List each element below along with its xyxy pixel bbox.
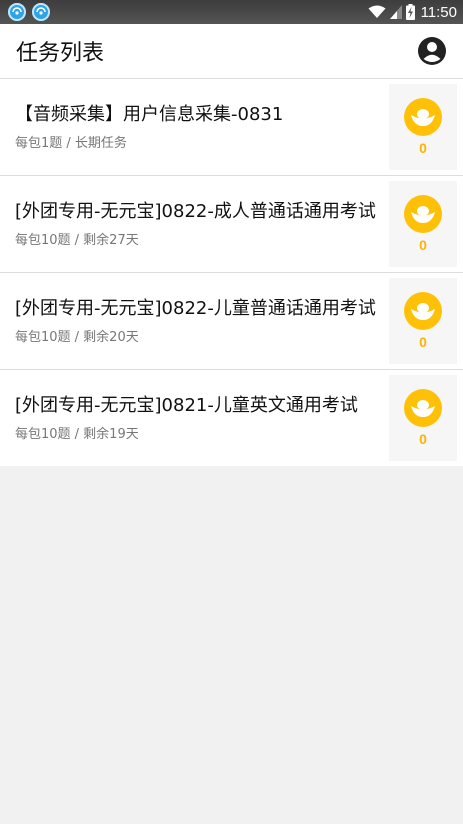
task-text: 【音频采集】用户信息采集-0831 每包1题 / 长期任务: [0, 103, 389, 152]
task-item[interactable]: [外团专用-无元宝]0821-儿童英文通用考试 每包10题 / 剩余19天 0: [0, 370, 463, 466]
task-item[interactable]: 【音频采集】用户信息采集-0831 每包1题 / 长期任务 0: [0, 79, 463, 176]
reward-box: 0: [389, 375, 457, 461]
battery-charging-icon: [405, 4, 415, 20]
app-notification-icon: [32, 3, 50, 21]
task-meta: 每包1题 / 长期任务: [15, 135, 127, 151]
task-text: [外团专用-无元宝]0822-儿童普通话通用考试 每包10题 / 剩余20天: [0, 297, 389, 346]
task-text: [外团专用-无元宝]0821-儿童英文通用考试 每包10题 / 剩余19天: [0, 394, 389, 443]
ingot-icon: [404, 389, 442, 427]
page-title: 任务列表: [16, 41, 105, 66]
notification-icons: [8, 3, 50, 21]
system-status: 11:50: [368, 4, 457, 21]
task-item[interactable]: [外团专用-无元宝]0822-成人普通话通用考试 每包10题 / 剩余27天 0: [0, 176, 463, 273]
task-text: [外团专用-无元宝]0822-成人普通话通用考试 每包10题 / 剩余27天: [0, 200, 389, 249]
reward-value: 0: [419, 431, 427, 447]
account-icon[interactable]: [417, 36, 447, 66]
signal-icon: [389, 5, 402, 19]
app-bar: 任务列表: [0, 24, 463, 79]
reward-box: 0: [389, 181, 457, 267]
task-title: [外团专用-无元宝]0821-儿童英文通用考试: [15, 394, 358, 416]
ingot-icon: [404, 292, 442, 330]
task-meta: 每包10题 / 剩余20天: [15, 329, 139, 345]
wifi-icon: [368, 5, 386, 18]
reward-box: 0: [389, 278, 457, 364]
reward-value: 0: [419, 237, 427, 253]
status-time: 11:50: [420, 3, 457, 21]
task-meta: 每包10题 / 剩余27天: [15, 232, 139, 248]
task-list: 【音频采集】用户信息采集-0831 每包1题 / 长期任务 0 [外团专用-无元…: [0, 79, 463, 466]
task-title: [外团专用-无元宝]0822-成人普通话通用考试: [15, 200, 376, 222]
status-bar: 11:50: [0, 0, 463, 24]
reward-value: 0: [419, 140, 427, 156]
task-item[interactable]: [外团专用-无元宝]0822-儿童普通话通用考试 每包10题 / 剩余20天 0: [0, 273, 463, 370]
task-title: [外团专用-无元宝]0822-儿童普通话通用考试: [15, 297, 376, 319]
reward-box: 0: [389, 84, 457, 170]
ingot-icon: [404, 98, 442, 136]
reward-value: 0: [419, 334, 427, 350]
task-meta: 每包10题 / 剩余19天: [15, 426, 139, 442]
task-title: 【音频采集】用户信息采集-0831: [15, 103, 284, 125]
ingot-icon: [404, 195, 442, 233]
app-notification-icon: [8, 3, 26, 21]
